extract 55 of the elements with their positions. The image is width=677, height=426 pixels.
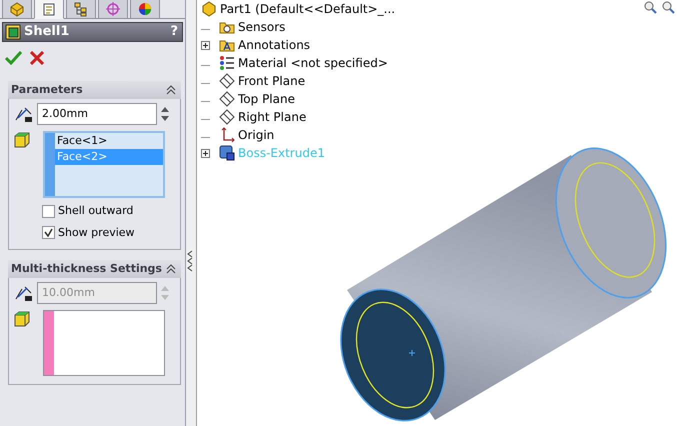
tree-item[interactable]: Part1 (Default<<Default>_... bbox=[220, 0, 396, 18]
feature-title: Shell1 bbox=[24, 23, 70, 42]
plane-icon bbox=[219, 73, 235, 89]
ok-checkmark-icon[interactable] bbox=[5, 51, 22, 65]
color-wheel-icon bbox=[137, 1, 153, 17]
checkbox-label: Shell outward bbox=[58, 203, 134, 219]
part-icon bbox=[9, 1, 25, 17]
checkbox[interactable] bbox=[42, 204, 55, 218]
dimension-icon bbox=[13, 284, 33, 302]
group-title: Parameters bbox=[11, 82, 83, 98]
help-button[interactable]: ? bbox=[170, 22, 178, 42]
face-list[interactable] bbox=[43, 310, 165, 376]
panel-tab[interactable] bbox=[66, 0, 96, 19]
panel-tab[interactable] bbox=[34, 0, 64, 19]
collapse-chevron-icon[interactable] bbox=[166, 264, 176, 274]
tree-item[interactable]: Annotations bbox=[238, 36, 310, 54]
tree-item[interactable]: Front Plane bbox=[238, 72, 306, 90]
dimension-icon bbox=[13, 105, 33, 123]
zoom-icon[interactable] bbox=[644, 1, 657, 14]
face-list[interactable]: Face<1> Face<2> bbox=[43, 131, 165, 198]
zoom-icon[interactable] bbox=[662, 1, 675, 14]
face-list-item[interactable]: Face<1> bbox=[55, 133, 163, 149]
group-title: Multi-thickness Settings bbox=[11, 260, 162, 277]
selection-color-bar bbox=[45, 133, 55, 196]
expand-plus-icon[interactable] bbox=[201, 149, 210, 158]
thickness-field[interactable]: 2.00mm bbox=[37, 103, 157, 125]
collapse-handle-icon[interactable] bbox=[187, 250, 194, 272]
collapse-chevron-icon[interactable] bbox=[166, 85, 176, 95]
checkbox[interactable] bbox=[42, 226, 55, 240]
property-sheet-icon bbox=[41, 1, 57, 17]
tree-item[interactable]: Origin bbox=[238, 126, 274, 144]
tree-item[interactable]: Top Plane bbox=[238, 90, 295, 108]
tree-item[interactable]: Right Plane bbox=[238, 108, 306, 126]
tree-structure-icon bbox=[73, 1, 89, 17]
selection-color-bar bbox=[44, 311, 54, 375]
spin-up-icon[interactable] bbox=[161, 107, 169, 112]
origin-axes-icon bbox=[219, 127, 235, 143]
plane-icon bbox=[219, 109, 235, 125]
shell-feature-icon bbox=[5, 24, 21, 40]
spin-down-icon[interactable] bbox=[161, 116, 169, 121]
tree-item[interactable]: Material <not specified> bbox=[238, 54, 388, 72]
material-list-icon bbox=[219, 55, 235, 71]
checkbox-label: Show preview bbox=[58, 224, 135, 240]
plane-icon bbox=[219, 91, 235, 107]
panel-tab[interactable] bbox=[2, 0, 32, 19]
face-cube-icon bbox=[13, 131, 31, 149]
cancel-icon[interactable] bbox=[30, 51, 44, 65]
face-cube-icon bbox=[13, 310, 31, 328]
check-icon bbox=[44, 228, 53, 238]
expand-plus-icon[interactable] bbox=[201, 41, 210, 50]
crosshair-icon bbox=[105, 1, 121, 17]
part-icon bbox=[201, 1, 217, 17]
panel-tab[interactable] bbox=[130, 0, 160, 19]
extrude-feature-icon bbox=[219, 145, 235, 161]
tree-item[interactable]: Sensors bbox=[238, 18, 286, 36]
